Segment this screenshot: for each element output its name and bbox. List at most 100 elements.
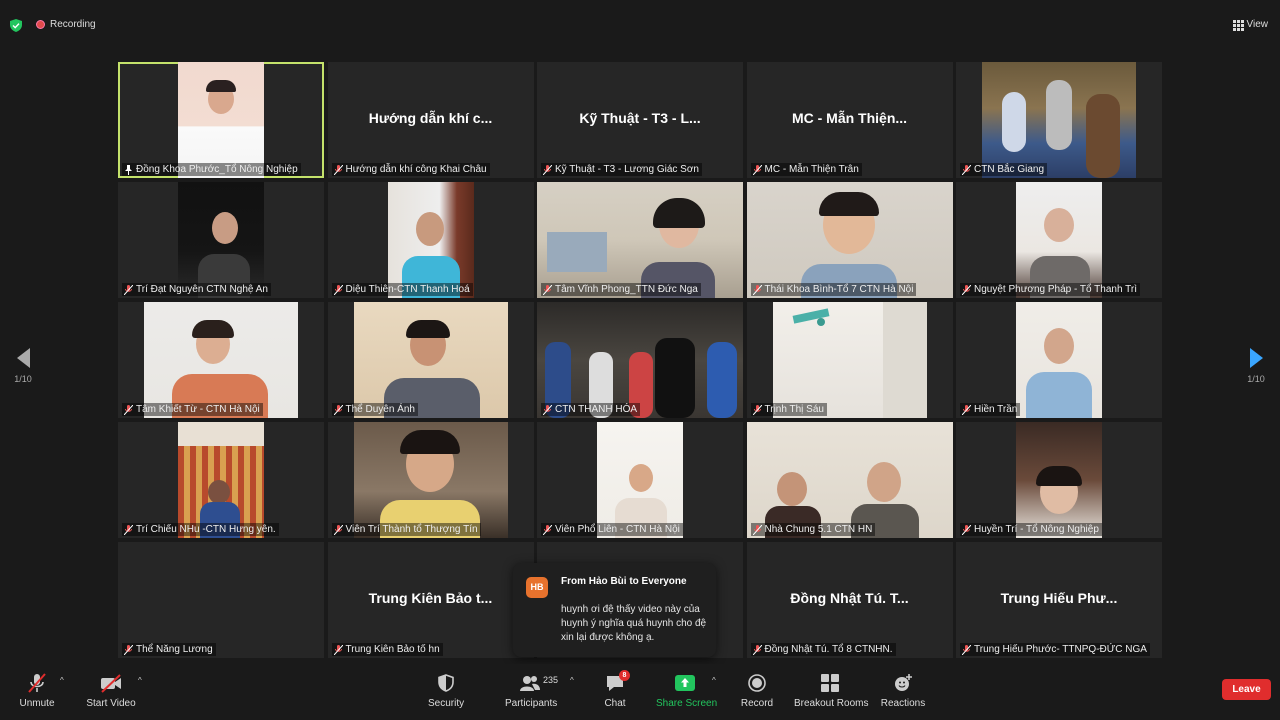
participant-display-name: Trung Kiên Bảo t... — [368, 590, 493, 606]
participant-tile[interactable]: Trung Hiếu Phư... Trung Hiếu Phước- TTNP… — [956, 542, 1162, 658]
participant-tile[interactable]: Trung Kiên Bảo t... Trung Kiên Bảo tố hn — [327, 542, 534, 658]
view-label: View — [1246, 19, 1269, 30]
participant-tile[interactable]: CTN Bắc Giang — [956, 62, 1162, 178]
participant-video — [178, 62, 264, 178]
participant-video — [353, 422, 508, 538]
participant-tile[interactable]: Thể Năng Lương — [118, 542, 324, 658]
participant-name-tag: Nhà Chung 5.1 CTN HN — [750, 523, 876, 536]
participant-video — [353, 302, 508, 418]
mic-muted-icon — [333, 524, 343, 535]
participant-tile[interactable]: Diệu Thiên-CTN Thanh Hoá — [327, 182, 534, 298]
participant-display-name: Trung Hiếu Phư... — [1000, 590, 1118, 606]
participant-video — [772, 302, 927, 418]
participant-video — [144, 302, 298, 418]
chat-unread-badge: 8 — [619, 670, 630, 681]
breakout-rooms-button[interactable]: Breakout Rooms — [794, 672, 868, 709]
participant-tile[interactable]: Tâm Vĩnh Phong_TTN Đức Nga — [537, 182, 743, 298]
participant-name-tag: Đồng Nhật Tú. Tổ 8 CTNHN. — [750, 643, 896, 656]
participant-name-tag: Trịnh Thị Sáu — [750, 403, 827, 416]
participant-name-tag: Huyền Trí - Tổ Nông Nghiệp — [960, 523, 1102, 536]
participant-tile[interactable]: Trịnh Thị Sáu — [746, 302, 953, 418]
recording-indicator[interactable]: Recording — [36, 19, 96, 30]
participant-tile[interactable]: CTN THANH HÓA — [537, 302, 743, 418]
leave-button[interactable]: Leave — [1222, 679, 1271, 700]
mic-muted-icon — [543, 524, 552, 535]
participant-name: Diệu Thiên-CTN Thanh Hoá — [345, 284, 470, 295]
participant-name-tag: Trung Kiên Bảo tố hn — [331, 643, 443, 656]
chat-notification[interactable]: HB From Hảo Bùi to Everyone huynh ơi đệ … — [513, 563, 716, 657]
participant-name: Kỹ Thuật - T3 - Lương Giác Sơn — [555, 164, 699, 175]
participant-tile[interactable]: Trí Chiếu NHu -CTN Hưng yên. — [118, 422, 324, 538]
participant-tile[interactable]: Trí Đạt Nguyên CTN Nghệ An — [118, 182, 324, 298]
participant-name: MC - Mẫn Thiện Trân — [764, 164, 859, 175]
record-button[interactable]: Record — [740, 672, 774, 709]
view-button[interactable]: View — [1232, 19, 1269, 31]
share-options-chevron-icon[interactable]: ^ — [712, 676, 716, 685]
arrow-left-icon — [16, 348, 30, 368]
mic-muted-icon — [962, 524, 971, 535]
participant-tile[interactable]: Hiền Trần — [956, 302, 1162, 418]
participant-tile[interactable]: Huyền Trí - Tổ Nông Nghiệp — [956, 422, 1162, 538]
mic-muted-icon — [124, 644, 133, 655]
participant-video — [1016, 422, 1102, 538]
page-indicator: 1/10 — [1247, 374, 1265, 384]
participant-tile[interactable]: Viên Phổ Liên - CTN Hà Nội — [537, 422, 743, 538]
participant-name-tag: Trung Hiếu Phước- TTNPQ-ĐỨC NGA — [960, 643, 1150, 656]
unmute-button[interactable]: Unmute — [18, 672, 56, 709]
video-options-chevron-icon[interactable]: ^ — [138, 676, 142, 685]
participant-name-tag: Trí Chiếu NHu -CTN Hưng yên. — [122, 523, 279, 536]
participant-video — [746, 422, 953, 538]
participant-name-tag: Thể Duyên Ánh — [331, 403, 418, 416]
participant-tile[interactable]: Đồng Nhật Tú. T... Đồng Nhật Tú. Tổ 8 CT… — [746, 542, 953, 658]
participant-name: Trung Kiên Bảo tố hn — [345, 644, 440, 655]
participant-video — [537, 302, 743, 418]
mic-muted-icon — [752, 404, 762, 415]
recording-label: Recording — [50, 19, 96, 30]
participant-tile[interactable]: Hướng dẫn khí c... Hướng dẫn khí công Kh… — [327, 62, 534, 178]
participant-tile[interactable]: MC - Mẫn Thiện... MC - Mẫn Thiện Trân — [746, 62, 953, 178]
participant-display-name: MC - Mẫn Thiện... — [791, 110, 908, 126]
security-button[interactable]: Security — [428, 672, 464, 709]
participant-tile[interactable]: Thể Duyên Ánh — [327, 302, 534, 418]
record-label: Record — [740, 698, 774, 709]
start-video-button[interactable]: Start Video — [86, 672, 136, 709]
reactions-button[interactable]: Reactions — [880, 672, 926, 709]
share-screen-button[interactable]: Share Screen — [656, 672, 717, 709]
participant-name: Thái Khoa Bình-Tổ 7 CTN Hà Nội — [764, 284, 914, 295]
shield-icon[interactable] — [10, 19, 22, 32]
participant-video — [178, 422, 264, 538]
prev-page-button[interactable]: 1/10 — [13, 348, 33, 384]
reactions-label: Reactions — [880, 698, 926, 709]
participant-tile[interactable]: Đồng Khoa Phước_Tổ Nông Nghiệp — [118, 62, 324, 178]
participant-tile[interactable]: Nhà Chung 5.1 CTN HN — [746, 422, 953, 538]
mic-muted-icon — [752, 524, 762, 535]
meeting-toolbar: Unmute ^ Start Video ^ Security Particip… — [0, 664, 1280, 720]
mic-muted-icon — [543, 164, 552, 175]
next-page-button[interactable]: 1/10 — [1246, 348, 1266, 384]
participant-name-tag: Tâm Khiết Từ - CTN Hà Nội — [122, 403, 263, 416]
participant-video — [537, 182, 743, 298]
participant-tile[interactable]: Kỹ Thuật - T3 - L... Kỹ Thuật - T3 - Lươ… — [537, 62, 743, 178]
participants-count: 235 — [543, 675, 559, 685]
participants-label: Participants — [505, 698, 558, 709]
participant-tile[interactable]: Thái Khoa Bình-Tổ 7 CTN Hà Nội — [746, 182, 953, 298]
participant-tile[interactable]: Nguyệt Phương Pháp - Tổ Thanh Trì — [956, 182, 1162, 298]
participant-name: Thể Năng Lương — [136, 644, 213, 655]
participant-video — [982, 62, 1136, 178]
participant-display-name: Hướng dẫn khí c... — [368, 110, 493, 126]
participant-name: Hướng dẫn khí công Khai Châu — [345, 164, 487, 175]
security-label: Security — [428, 698, 465, 709]
reactions-icon — [895, 674, 912, 691]
mic-muted-icon — [28, 673, 46, 693]
participant-name: Tâm Khiết Từ - CTN Hà Nội — [136, 404, 260, 415]
mic-muted-icon — [962, 404, 971, 415]
audio-options-chevron-icon[interactable]: ^ — [60, 676, 64, 685]
participant-name-tag: Thái Khoa Bình-Tổ 7 CTN Hà Nội — [750, 283, 917, 296]
mic-muted-icon — [752, 164, 762, 175]
participant-name: Viên Trí Thành tổ Thượng Tín — [345, 524, 478, 535]
participant-name-tag: Viên Trí Thành tổ Thượng Tín — [331, 523, 481, 536]
participants-options-chevron-icon[interactable]: ^ — [570, 676, 574, 685]
participant-tile[interactable]: Viên Trí Thành tổ Thượng Tín — [327, 422, 534, 538]
participant-tile[interactable]: Tâm Khiết Từ - CTN Hà Nội — [118, 302, 324, 418]
record-dot-icon — [36, 20, 45, 29]
